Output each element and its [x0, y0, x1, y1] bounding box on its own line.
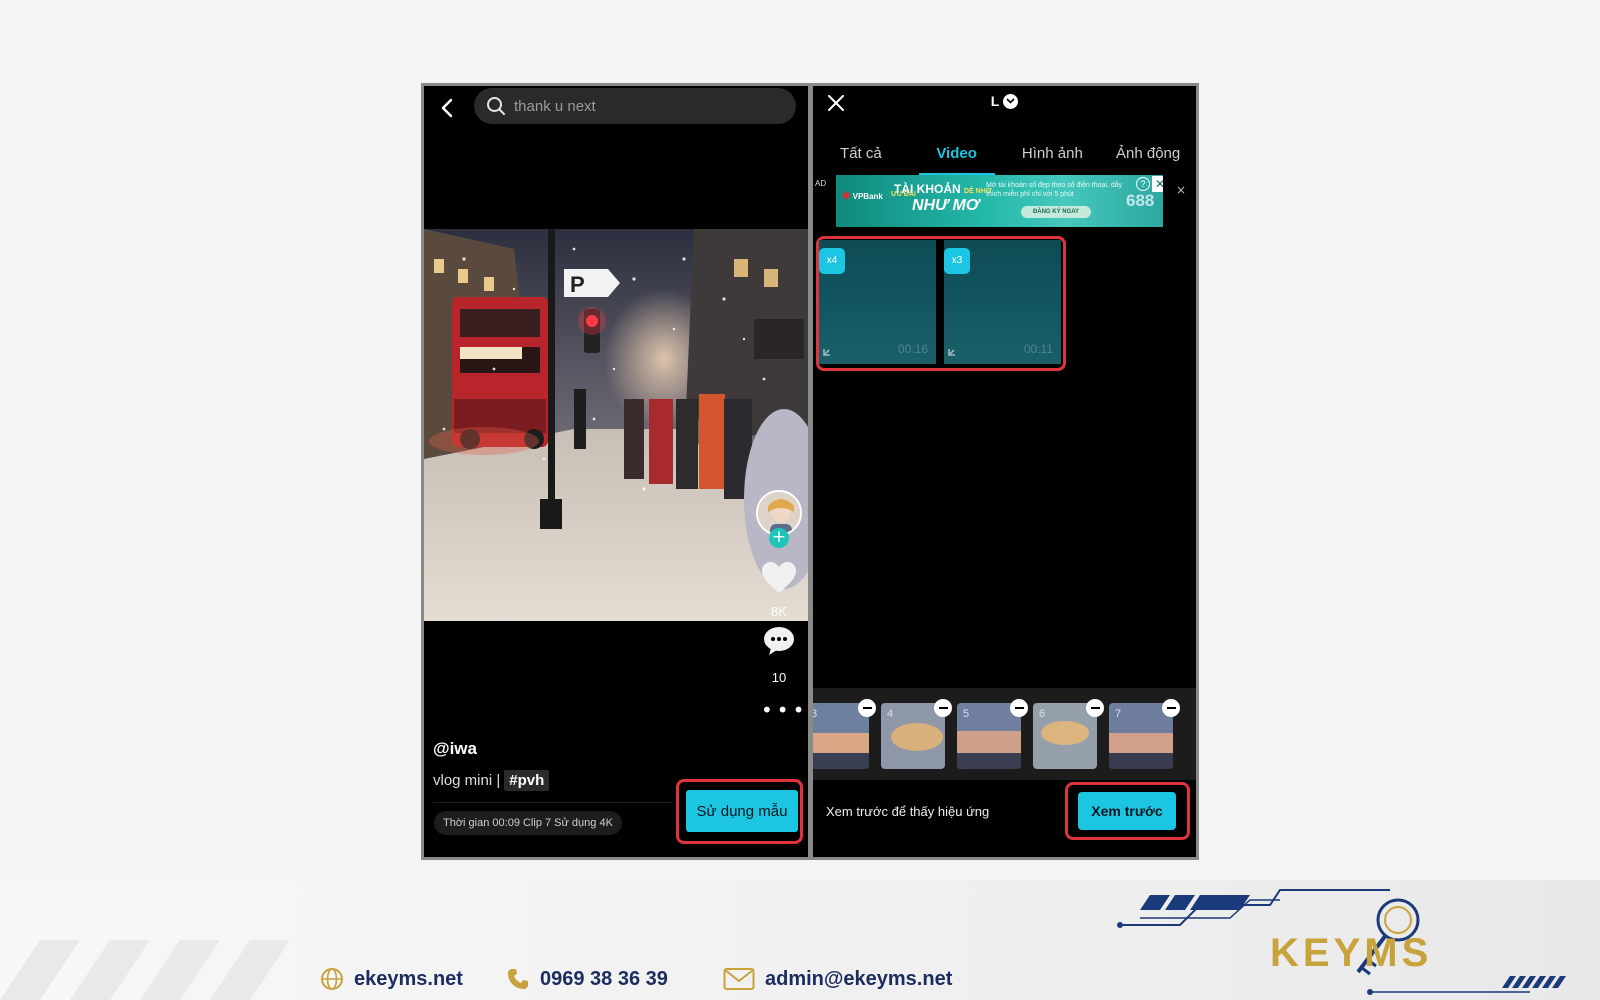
video-clip-thumbnail[interactable]: x4 00:16 [819, 240, 936, 364]
clip-duration: 00:11 [1023, 342, 1053, 356]
hashtag-link[interactable]: #pvh [504, 770, 550, 791]
template-video-screen: P [424, 86, 808, 857]
heart-icon[interactable] [761, 561, 797, 595]
clip-count-badge: x4 [819, 248, 845, 274]
album-title: L [990, 93, 1000, 109]
keyms-logo: KEYMS [1117, 889, 1566, 995]
phone-icon [508, 969, 528, 989]
album-selector[interactable]: L [813, 93, 1196, 109]
remove-clip-icon[interactable] [1010, 699, 1028, 717]
media-picker-screen: L Tất cả Video Hình ảnh Ảnh động AD × ✱ … [813, 86, 1196, 857]
expand-icon[interactable] [948, 342, 962, 356]
tab-video[interactable]: Video [909, 136, 1005, 176]
preview-hint-text: Xem trước để thấy hiệu ứng [826, 804, 990, 819]
remove-clip-icon[interactable] [858, 699, 876, 717]
video-clip-thumbnail[interactable]: x3 00:11 [944, 240, 1061, 364]
selected-clip-timeline: 3 4 5 6 7 [813, 688, 1196, 780]
search-icon [487, 97, 505, 115]
clip-number: 3 [813, 708, 818, 720]
phone-text: 0969 38 36 39 [540, 967, 668, 990]
video-caption: vlog mini | #pvh [433, 770, 550, 791]
remove-clip-icon[interactable] [1086, 699, 1104, 717]
globe-icon [321, 968, 343, 990]
footer-email[interactable]: admin@ekeyms.net [723, 967, 952, 991]
remove-clip-icon[interactable] [934, 699, 952, 717]
clip-number: 7 [1115, 708, 1122, 720]
clip-number: 4 [887, 708, 894, 720]
email-text: admin@ekeyms.net [765, 967, 953, 990]
ad-help-icon[interactable]: ? [1136, 177, 1150, 191]
template-info-badge: Thời gian 00:09 Clip 7 Sử dụng 4K [434, 811, 622, 835]
tab-all[interactable]: Tất cả [813, 136, 909, 176]
comment-count: 10 [771, 670, 787, 685]
ad-number: 688 [1126, 191, 1155, 210]
clip-duration: 00:16 [897, 342, 928, 356]
preview-button[interactable]: Xem trước [1078, 792, 1176, 830]
video-preview[interactable]: P [424, 229, 808, 621]
ad-label: AD [815, 179, 827, 188]
ad-banner[interactable]: ✱ VPBank ƯU ĐÃI TÀI KHOẢN DỄ NHỚ NHƯ MƠ … [836, 175, 1163, 227]
ad-dismiss-icon[interactable]: × [1176, 183, 1186, 197]
footer-phone[interactable]: 0969 38 36 39 [506, 967, 668, 991]
decorative-stripes [0, 940, 290, 1000]
media-type-tabs: Tất cả Video Hình ảnh Ảnh động [813, 136, 1196, 176]
ad-headline: TÀI KHOẢN DỄ NHỚ [894, 182, 992, 196]
creator-username[interactable]: @iwa [433, 739, 477, 759]
ad-headline-2: NHƯ MƠ [912, 197, 980, 214]
svg-text:P: P [570, 272, 585, 297]
tab-images[interactable]: Hình ảnh [1005, 136, 1101, 176]
follow-plus-icon[interactable]: + [769, 528, 789, 548]
chevron-down-icon [1003, 93, 1019, 109]
divider [433, 802, 673, 803]
back-arrow-icon[interactable] [434, 94, 462, 122]
like-count: 8K [771, 604, 787, 619]
clip-number: 6 [1039, 708, 1046, 720]
footer-website[interactable]: ekeyms.net [320, 967, 463, 991]
mail-icon [723, 968, 755, 990]
expand-icon[interactable] [823, 342, 837, 356]
tab-gifs[interactable]: Ảnh động [1100, 136, 1196, 176]
clip-count-badge: x3 [944, 248, 970, 274]
caption-text: vlog mini | [433, 772, 501, 789]
ad-description: Mở tài khoản số đẹp theo số điện thoại, … [986, 182, 1123, 198]
logo-text: KEYMS [1270, 931, 1432, 975]
more-options-icon[interactable]: ••• [761, 698, 808, 722]
ad-close-icon[interactable]: ✕ [1152, 176, 1163, 192]
remove-clip-icon[interactable] [1162, 699, 1180, 717]
search-bar[interactable] [474, 88, 796, 124]
screenshot-frame: P [421, 83, 1199, 860]
use-template-button[interactable]: Sử dụng mẫu [686, 790, 798, 832]
clip-number: 5 [963, 708, 970, 720]
website-text: ekeyms.net [354, 967, 463, 990]
search-input[interactable] [514, 97, 774, 115]
ad-brand-logo: ✱ VPBank [842, 191, 883, 202]
ad-cta-button[interactable]: ĐĂNG KÝ NGAY [1021, 206, 1091, 218]
comment-icon[interactable] [763, 626, 795, 656]
